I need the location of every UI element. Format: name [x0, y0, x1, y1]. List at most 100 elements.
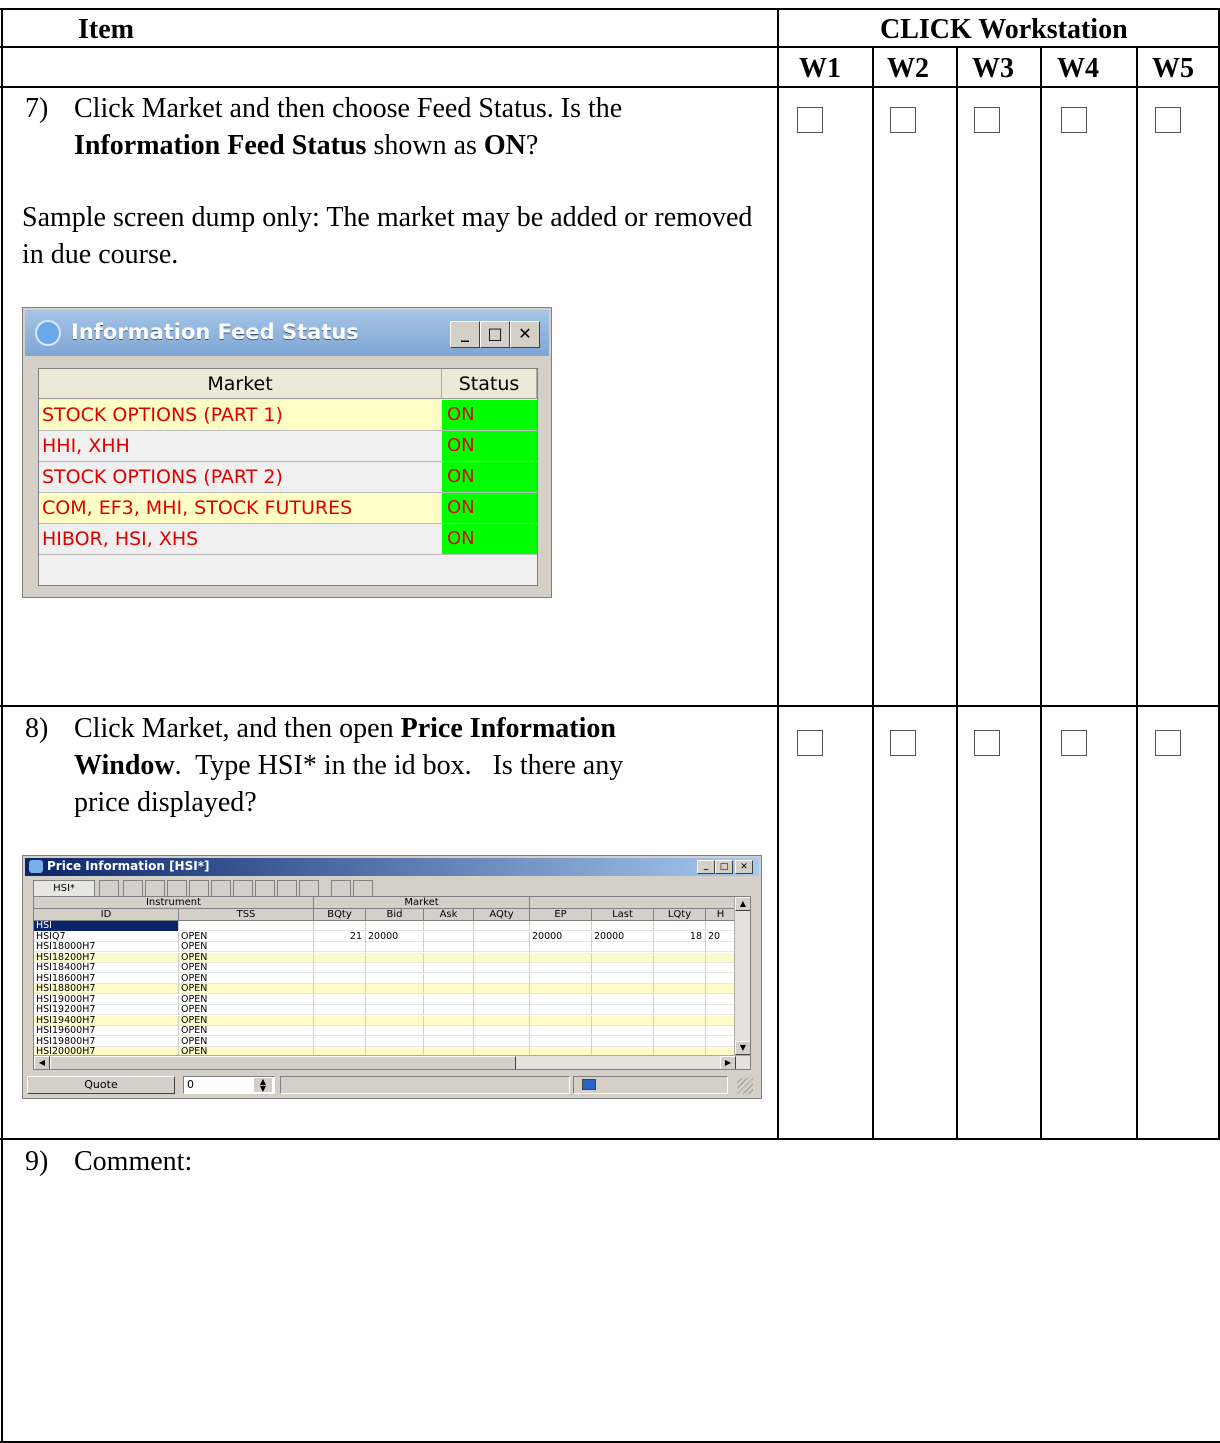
checkbox-item7-w4[interactable]: [1061, 107, 1087, 133]
price-cell-last: [592, 994, 654, 1005]
price-row[interactable]: HSIQ7 OPEN 21 20000 20000 20000 18 20: [34, 931, 750, 942]
col-header-h[interactable]: H: [706, 909, 736, 921]
col-divider: [777, 8, 779, 1139]
price-cell-h: [706, 994, 736, 1005]
scroll-left-button[interactable]: ◀: [34, 1056, 50, 1069]
feed-status-row[interactable]: STOCK OPTIONS (PART 1) ON: [39, 400, 537, 431]
col-header-ep[interactable]: EP: [530, 909, 592, 921]
empty-tab[interactable]: [353, 880, 373, 896]
feed-status-cell: ON: [442, 524, 537, 554]
price-cell-ask: [424, 952, 474, 963]
checkbox-item7-w2[interactable]: [890, 107, 916, 133]
empty-tab[interactable]: [99, 880, 119, 896]
checkbox-item8-w1[interactable]: [797, 730, 823, 756]
col-header-market[interactable]: Market: [39, 369, 442, 399]
price-cell-bqty: [314, 942, 366, 952]
scroll-thumb[interactable]: [50, 1056, 516, 1069]
horizontal-scrollbar[interactable]: ◀ ▶: [34, 1055, 750, 1069]
price-cell-bqty: 21: [314, 931, 366, 942]
scroll-up-button[interactable]: ▲: [735, 897, 750, 911]
price-row[interactable]: HSI: [34, 921, 750, 931]
empty-tab[interactable]: [189, 880, 209, 896]
checkbox-item7-w3[interactable]: [974, 107, 1000, 133]
price-cell-h: [706, 1036, 736, 1047]
checkbox-item8-w4[interactable]: [1061, 730, 1087, 756]
price-cell-bqty: [314, 973, 366, 984]
price-row[interactable]: HSI18600H7 OPEN: [34, 973, 750, 984]
quote-spin-input[interactable]: 0 ▲ ▼: [183, 1076, 275, 1094]
item-7-line2: Information Feed Status shown as ON?: [74, 127, 764, 164]
col-header-tss[interactable]: TSS: [179, 909, 314, 921]
price-cell-lqty: [654, 1036, 706, 1047]
resize-grip-icon[interactable]: [737, 1078, 753, 1094]
checkbox-item7-w1[interactable]: [797, 107, 823, 133]
minimize-button[interactable]: _: [450, 321, 480, 348]
scroll-down-button[interactable]: ▼: [735, 1041, 750, 1055]
empty-tab[interactable]: [233, 880, 253, 896]
feed-status-row[interactable]: HIBOR, HSI, XHS ON: [39, 524, 537, 555]
empty-tab[interactable]: [331, 880, 351, 896]
price-cell-ep: [530, 952, 592, 963]
price-row[interactable]: HSI18000H7 OPEN: [34, 942, 750, 952]
price-row[interactable]: HSI19200H7 OPEN: [34, 1005, 750, 1015]
maximize-button[interactable]: □: [715, 860, 733, 874]
price-cell-aqty: [474, 1036, 530, 1047]
empty-tab[interactable]: [211, 880, 231, 896]
price-cell-lqty: [654, 973, 706, 984]
col-header-status[interactable]: Status: [442, 369, 537, 399]
price-cell-ep: [530, 1036, 592, 1047]
price-row[interactable]: HSI18800H7 OPEN: [34, 984, 750, 994]
price-row[interactable]: HSI18400H7 OPEN: [34, 963, 750, 973]
price-row[interactable]: HSI18200H7 OPEN: [34, 952, 750, 963]
feed-status-row[interactable]: COM, EF3, MHI, STOCK FUTURES ON: [39, 493, 537, 524]
empty-tab[interactable]: [299, 880, 319, 896]
price-row[interactable]: HSI19000H7 OPEN: [34, 994, 750, 1005]
col-header-lqty[interactable]: LQty: [654, 909, 706, 921]
empty-tab[interactable]: [277, 880, 297, 896]
price-cell-id: HSI18400H7: [34, 963, 179, 973]
checkbox-item8-w3[interactable]: [974, 730, 1000, 756]
price-info-window: Price Information [HSI*] _ □ ✕ HSI* Inst…: [22, 855, 762, 1099]
checkbox-item7-w5[interactable]: [1155, 107, 1181, 133]
empty-tab[interactable]: [255, 880, 275, 896]
price-cell-tss: OPEN: [179, 973, 314, 984]
empty-tab[interactable]: [123, 880, 143, 896]
price-cell-ep: [530, 1005, 592, 1015]
col-header-bqty[interactable]: BQty: [314, 909, 366, 921]
maximize-button[interactable]: □: [480, 321, 510, 348]
feed-status-row[interactable]: HHI, XHH ON: [39, 431, 537, 462]
col-header-aqty[interactable]: AQty: [474, 909, 530, 921]
price-row[interactable]: HSI19600H7 OPEN: [34, 1026, 750, 1036]
price-cell-id: HSI19000H7: [34, 994, 179, 1005]
quote-button[interactable]: Quote: [27, 1076, 175, 1094]
empty-tab[interactable]: [145, 880, 165, 896]
col-header-id[interactable]: ID: [34, 909, 179, 921]
col-header-last[interactable]: Last: [592, 909, 654, 921]
close-button[interactable]: ✕: [735, 860, 753, 874]
spin-arrows-icon[interactable]: ▲ ▼: [254, 1078, 272, 1093]
price-row[interactable]: HSI19800H7 OPEN: [34, 1036, 750, 1047]
price-cell-last: [592, 1036, 654, 1047]
price-cell-tss: OPEN: [179, 1036, 314, 1047]
col-header-bid[interactable]: Bid: [366, 909, 424, 921]
checkbox-item8-w2[interactable]: [890, 730, 916, 756]
price-cell-ask: [424, 973, 474, 984]
minimize-button[interactable]: _: [697, 860, 715, 874]
group-header-instrument: Instrument: [34, 897, 314, 909]
feed-status-titlebar[interactable]: Information Feed Status _ □ ✕: [25, 310, 549, 356]
col-header-ask[interactable]: Ask: [424, 909, 474, 921]
item-8-line1: Click Market, and then open Price Inform…: [74, 710, 764, 747]
item-9-number: 9): [25, 1146, 49, 1177]
scroll-right-button[interactable]: ▶: [720, 1056, 736, 1069]
vertical-scrollbar[interactable]: ▲ ▼: [734, 897, 750, 1069]
feed-status-row[interactable]: STOCK OPTIONS (PART 2) ON: [39, 462, 537, 493]
tab-hsi[interactable]: HSI*: [33, 880, 95, 896]
feed-status-window: Information Feed Status _ □ ✕ Market Sta…: [22, 307, 552, 598]
price-row[interactable]: HSI19400H7 OPEN: [34, 1015, 750, 1026]
price-cell-h: [706, 952, 736, 963]
empty-tab[interactable]: [167, 880, 187, 896]
spin-value: 0: [187, 1078, 194, 1091]
checkbox-item8-w5[interactable]: [1155, 730, 1181, 756]
price-info-titlebar[interactable]: Price Information [HSI*] _ □ ✕: [25, 858, 759, 876]
close-button[interactable]: ✕: [510, 321, 540, 348]
